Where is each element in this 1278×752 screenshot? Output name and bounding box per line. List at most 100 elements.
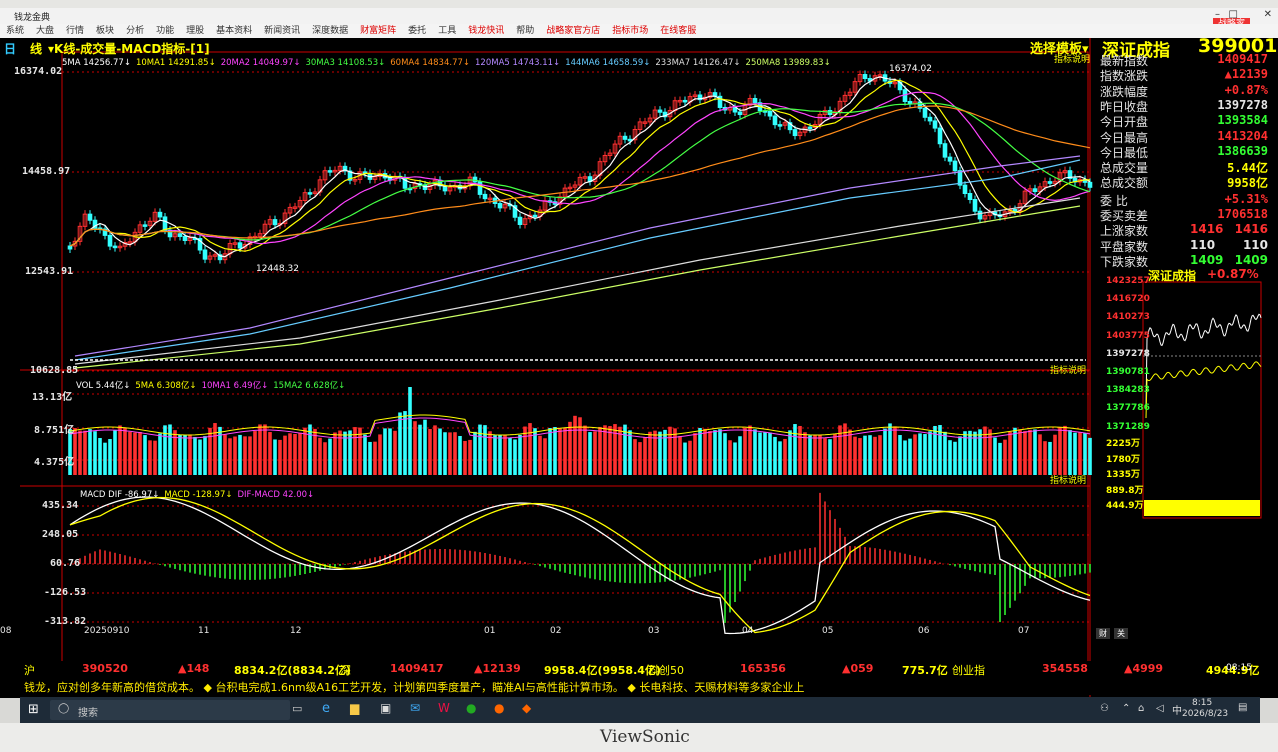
qianlong-app-icon[interactable]: ◆ <box>522 701 531 715</box>
task-view-icon[interactable]: ▭ <box>292 702 302 715</box>
volume-icon[interactable]: ◁ <box>1156 703 1164 714</box>
candle <box>767 110 773 117</box>
minimize-icon[interactable]: – <box>1215 9 1220 20</box>
mini-price-tick: 1377786 <box>1106 403 1150 414</box>
office-icon[interactable]: W <box>438 701 450 715</box>
indicator-note-price[interactable]: 指标说明 <box>1054 52 1090 65</box>
menu-item[interactable]: 大盘 <box>30 24 60 38</box>
volume-bar <box>288 433 292 475</box>
network-icon[interactable]: ⌂ <box>1138 703 1144 714</box>
volume-bar <box>483 425 487 475</box>
chevron-up-icon[interactable]: ⌃ <box>1122 703 1130 714</box>
taskbar-clock[interactable]: 8:15 <box>1192 698 1212 708</box>
period-suffix[interactable]: 线 <box>30 40 42 57</box>
candle <box>497 202 503 209</box>
mini-vol-tick: 1335万 <box>1106 470 1141 480</box>
cy-value[interactable]: 354558 <box>1042 662 1088 675</box>
ma-line <box>69 91 1091 247</box>
notification-icon[interactable]: ▤ <box>1238 702 1247 713</box>
volume-bar <box>118 425 122 475</box>
folder-icon[interactable]: ▆ <box>350 701 359 715</box>
sz-value[interactable]: 1409417 <box>390 662 444 675</box>
volume-bar <box>203 436 207 475</box>
mini-tab-follow[interactable]: 关 <box>1114 628 1128 639</box>
store-icon[interactable]: ▣ <box>380 701 391 715</box>
legend-entry: 60MA4 14834.77↓ <box>390 58 471 68</box>
candle <box>952 160 958 172</box>
menu-item[interactable]: 行情 <box>60 24 90 38</box>
menu-item[interactable]: 委托 <box>402 24 432 38</box>
legend-entry: 120MA5 14743.11↓ <box>475 58 561 68</box>
mini-price-line <box>1145 313 1262 409</box>
sh-value[interactable]: 390520 <box>82 662 128 675</box>
mini-vol-tick: 889.8万 <box>1106 485 1144 496</box>
volume-bar <box>693 433 697 475</box>
volume-bar <box>1008 431 1012 475</box>
candle <box>1047 181 1053 184</box>
volume-bar <box>828 439 832 475</box>
menu-item[interactable]: 板块 <box>90 24 120 38</box>
menu-item[interactable]: 基本资料 <box>210 24 258 38</box>
quote-value: 1409417 <box>1217 52 1268 66</box>
kc-value[interactable]: 165356 <box>740 662 786 675</box>
mail-icon[interactable]: ✉ <box>410 701 420 715</box>
volume-bar <box>93 431 97 475</box>
taskbar-date[interactable]: 2026/8/23 <box>1182 709 1228 719</box>
menu-item[interactable]: 深度数据 <box>306 24 354 38</box>
wechat-icon[interactable]: ● <box>466 701 476 715</box>
app-icon[interactable]: ● <box>494 701 504 715</box>
chart-canvas[interactable] <box>0 38 1278 698</box>
menu-item[interactable]: 财富矩阵 <box>354 24 402 38</box>
menu-item[interactable]: 在线客服 <box>654 24 702 38</box>
volume-bar <box>498 434 502 475</box>
menu-item[interactable]: 系统 <box>0 24 30 38</box>
menu-item[interactable]: 理股 <box>180 24 210 38</box>
volume-bar <box>988 429 992 475</box>
volume-bar <box>713 430 717 475</box>
chart-title[interactable]: ▾K线-成交量-MACD指标-[1] <box>48 40 210 57</box>
volume-bar <box>368 441 372 475</box>
candle <box>157 211 163 218</box>
candle <box>962 184 968 195</box>
volume-bar <box>1043 441 1047 475</box>
menu-item[interactable]: 指标市场 <box>606 24 654 38</box>
volume-bar <box>1003 439 1007 475</box>
mini-tab-fin[interactable]: 财 <box>1096 628 1110 639</box>
mini-price-tick: 1390781 <box>1106 367 1150 377</box>
close-icon[interactable]: ✕ <box>1264 9 1272 20</box>
volume-bar <box>888 423 892 475</box>
edge-icon[interactable]: e <box>322 701 330 716</box>
maximize-icon[interactable]: □ <box>1229 9 1238 20</box>
quote-value: ▲12139 <box>1224 67 1268 82</box>
volume-bar <box>708 430 712 475</box>
volume-bar <box>978 429 982 475</box>
menu-item[interactable]: 战略家官方店 <box>540 24 606 38</box>
ticker-time: 08:15 <box>1226 663 1252 673</box>
people-icon[interactable]: ⚇ <box>1100 703 1109 714</box>
volume-bar <box>78 430 82 475</box>
menu-item[interactable]: 分析 <box>120 24 150 38</box>
taskbar-search-box[interactable]: ◯ 搜索 <box>50 700 290 720</box>
menu-item[interactable]: 工具 <box>432 24 462 38</box>
volume-bar <box>1053 434 1057 475</box>
menu-item[interactable]: 钱龙快讯 <box>462 24 510 38</box>
period-label[interactable]: 日 <box>4 40 16 57</box>
news-ticker[interactable]: 钱龙，应对创多年新高的借贷成本。 ◆ 台积电完成1.6nm级A16工艺开发，计划… <box>20 677 1260 695</box>
indicator-note-macd[interactable]: 指标说明 <box>1050 473 1086 486</box>
menu-item[interactable]: 新闻资讯 <box>258 24 306 38</box>
legend-entry: 10MA1 6.49亿↓ <box>201 381 269 391</box>
candle <box>792 129 798 137</box>
volume-bar <box>478 424 482 475</box>
legend-entry: 5MA 14256.77↓ <box>62 58 131 68</box>
volume-bar <box>918 433 922 475</box>
volume-bar <box>768 432 772 475</box>
menu-item[interactable]: 功能 <box>150 24 180 38</box>
time-tick-label: 01 <box>484 626 496 636</box>
volume-bar <box>168 424 172 475</box>
mini-chart-title: 深证成指 <box>1148 269 1197 283</box>
ime-indicator[interactable]: 中 <box>1172 702 1182 717</box>
menu-item[interactable]: 帮助 <box>510 24 540 38</box>
windows-start-icon[interactable]: ⊞ <box>28 702 39 717</box>
indicator-note-volume[interactable]: 指标说明 <box>1050 363 1086 376</box>
volume-bar <box>208 427 212 475</box>
